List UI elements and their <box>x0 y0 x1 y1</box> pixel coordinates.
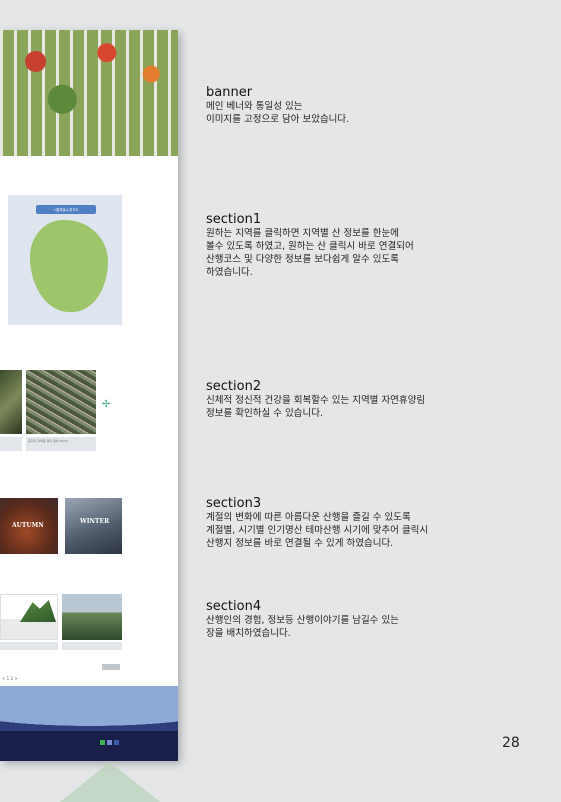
mockup-footer <box>0 686 178 761</box>
forest-caption-text: 갈기지 지역갈 정리 참석 16:53 <box>28 439 69 443</box>
desc-section4: section4 산행인의 경험, 정보등 산행이야기를 남길수 있는 장을 배… <box>206 600 399 640</box>
desc-banner: banner 메인 베너와 통일성 있는 이미지를 고정으로 담아 보았습니다. <box>206 86 349 126</box>
forest-map-thumb <box>26 370 96 434</box>
desc-title: section2 <box>206 379 262 394</box>
mockup-hero-image <box>0 30 178 156</box>
signpost-icon: ✢ <box>102 399 111 410</box>
autumn-thumb: AUTUMN <box>0 498 58 554</box>
facebook-icon <box>114 740 119 745</box>
region-map <box>30 220 108 312</box>
decor-triangle <box>60 762 160 802</box>
desc-title: section1 <box>206 212 262 227</box>
desc-body: 원하는 지역를 클릭하면 지역별 산 정보를 한눈에 볼수 있도록 하였고, 원… <box>206 228 414 278</box>
footer-icons <box>100 740 119 745</box>
desc-body: 메인 베너와 통일성 있는 이미지를 고정으로 담아 보았습니다. <box>206 101 350 125</box>
desc-title: section3 <box>206 496 262 511</box>
forest-caption: 갈기지 지역갈 정리 참석 16:53 <box>26 437 96 451</box>
pager: < 1 2 > <box>2 676 18 681</box>
more-button <box>102 664 120 670</box>
desc-title: banner <box>206 85 253 100</box>
desc-body: 산행인의 경험, 정보등 산행이야기를 남길수 있는 장을 배치하였습니다. <box>206 615 399 639</box>
mountain-photo <box>62 594 122 640</box>
desc-body: 신체적 정신적 건강을 회복할수 있는 지역별 자연휴양림 정보를 확인하실 수… <box>206 395 426 419</box>
green-icon <box>100 740 105 745</box>
desc-title: section4 <box>206 599 262 614</box>
desc-section3: section3 계절의 변화에 따른 아름다운 산행을 즐길 수 있도록 계절… <box>206 497 428 550</box>
blue-icon <box>107 740 112 745</box>
winter-label: WINTER <box>80 518 110 525</box>
page-number: 28 <box>502 735 520 751</box>
board-caption <box>62 642 122 650</box>
desc-section2: section2 신체적 정신적 건강을 회복할수 있는 지역별 자연휴양림 정… <box>206 380 425 420</box>
forest-thumb <box>0 370 22 434</box>
desc-body: 계절의 변화에 따른 아름다운 산행을 즐길 수 있도록 계절별, 시기별 인기… <box>206 512 429 549</box>
autumn-label: AUTUMN <box>12 522 44 529</box>
forest-caption <box>0 437 22 451</box>
winter-thumb: WINTER <box>65 498 122 554</box>
board-caption <box>0 642 58 650</box>
mockup-map-panel: 서울특별시/경기도 <box>8 195 122 325</box>
desc-section1: section1 원하는 지역를 클릭하면 지역별 산 정보를 한눈에 볼수 있… <box>206 213 414 279</box>
mockup-map-title: 서울특별시/경기도 <box>36 205 96 214</box>
